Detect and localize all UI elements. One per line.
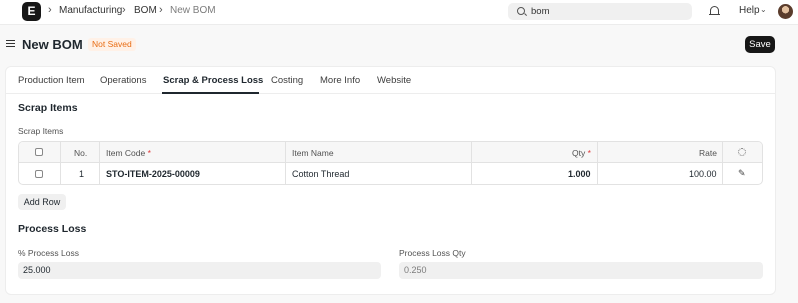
page-title: New BOM xyxy=(22,37,83,52)
table-row[interactable]: 1 STO-ITEM-2025-00009 Cotton Thread 1.00… xyxy=(19,163,762,184)
tab-operations[interactable]: Operations xyxy=(100,75,146,86)
breadcrumb-manufacturing[interactable]: Manufacturing xyxy=(59,5,122,16)
tab-costing[interactable]: Costing xyxy=(271,75,303,86)
column-header-no: No. xyxy=(74,148,88,158)
top-navbar: E › Manufacturing › BOM › New BOM bom He… xyxy=(0,0,798,25)
chevron-right-icon: › xyxy=(48,4,52,16)
table-header: No. Item Code * Item Name Qty * Rate xyxy=(19,142,762,163)
breadcrumb-bom[interactable]: BOM xyxy=(134,5,157,16)
process-loss-qty-label: Process Loss Qty xyxy=(399,248,466,258)
column-header-item-name: Item Name xyxy=(292,148,334,158)
avatar[interactable] xyxy=(778,4,793,19)
help-menu[interactable]: Help xyxy=(739,5,760,16)
search-input[interactable]: bom xyxy=(531,6,549,17)
search-bar[interactable]: bom xyxy=(508,3,692,20)
scrap-items-section-title: Scrap Items xyxy=(18,102,78,114)
breadcrumb-current: New BOM xyxy=(170,5,216,16)
row-number: 1 xyxy=(79,169,85,179)
column-divider xyxy=(471,142,472,184)
app-logo[interactable]: E xyxy=(22,2,41,21)
column-divider xyxy=(99,142,100,184)
form-tabs: Production Item Operations Scrap & Proce… xyxy=(6,67,775,94)
tab-scrap-process-loss[interactable]: Scrap & Process Loss xyxy=(163,75,263,86)
column-header-qty: Qty * xyxy=(572,148,591,158)
column-divider xyxy=(60,142,61,184)
save-button[interactable]: Save xyxy=(745,36,775,53)
tab-more-info[interactable]: More Info xyxy=(320,75,360,86)
item-name-cell[interactable]: Cotton Thread xyxy=(292,169,349,179)
status-badge: Not Saved xyxy=(88,38,136,51)
column-divider xyxy=(597,142,598,184)
percent-process-loss-input[interactable]: 25.000 xyxy=(18,262,381,279)
select-all-checkbox[interactable] xyxy=(35,148,43,156)
column-divider xyxy=(285,142,286,184)
edit-row-pencil-icon[interactable]: ✎ xyxy=(738,168,746,179)
tab-website[interactable]: Website xyxy=(377,75,411,86)
add-row-button[interactable]: Add Row xyxy=(18,194,66,210)
scrap-items-table: No. Item Code * Item Name Qty * Rate 1 S… xyxy=(18,141,763,185)
chevron-right-icon: › xyxy=(159,4,163,16)
sidebar-toggle-icon[interactable] xyxy=(6,40,15,47)
column-header-rate: Rate xyxy=(699,148,717,158)
notification-bell-icon[interactable] xyxy=(709,6,720,16)
search-icon xyxy=(517,7,525,15)
column-settings-gear-icon[interactable] xyxy=(738,148,746,156)
process-loss-qty-field: 0.250 xyxy=(399,262,763,279)
chevron-down-icon[interactable]: ⌄ xyxy=(760,5,767,14)
column-header-item-code: Item Code * xyxy=(106,148,151,158)
active-tab-indicator xyxy=(162,92,259,94)
qty-cell[interactable]: 1.000 xyxy=(568,169,591,179)
process-loss-section-title: Process Loss xyxy=(18,223,87,235)
chevron-right-icon: › xyxy=(122,4,126,16)
form-card: Production Item Operations Scrap & Proce… xyxy=(5,66,776,295)
rate-cell[interactable]: 100.00 xyxy=(689,169,717,179)
item-code-cell[interactable]: STO-ITEM-2025-00009 xyxy=(106,169,200,179)
row-checkbox[interactable] xyxy=(35,170,43,178)
tab-production-item[interactable]: Production Item xyxy=(18,75,85,86)
percent-process-loss-label: % Process Loss xyxy=(18,248,79,258)
scrap-items-field-label: Scrap Items xyxy=(18,126,64,136)
column-divider xyxy=(722,142,723,184)
